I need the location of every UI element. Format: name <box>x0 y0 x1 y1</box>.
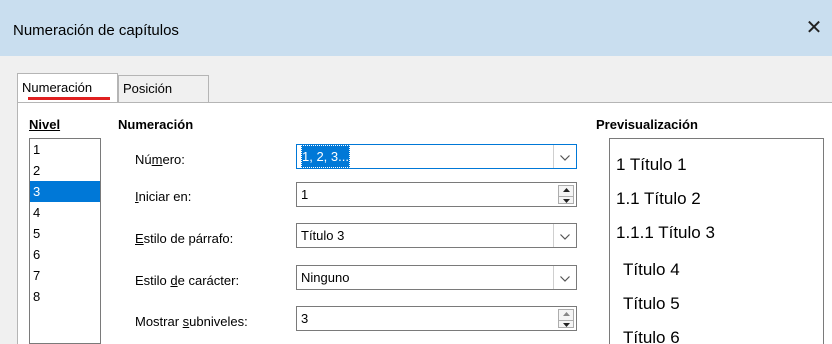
paragraph-style-label: Estilo de párrafo: <box>135 231 234 246</box>
number-label: Número: <box>135 152 185 167</box>
preview-pane: 1 Título 1 1.1 Título 2 1.1.1 Título 3 T… <box>609 138 824 344</box>
tab-posicion[interactable]: Posición <box>118 75 209 102</box>
level-item[interactable]: 5 <box>30 223 100 244</box>
sublevels-label: Mostrar subniveles: <box>135 314 248 329</box>
start-spinbox[interactable]: 1 <box>296 182 577 207</box>
level-item[interactable]: 4 <box>30 202 100 223</box>
start-label: Iniciar en: <box>135 189 192 204</box>
level-item[interactable]: 2 <box>30 160 100 181</box>
preview-line: Título 4 <box>623 260 680 279</box>
number-dropdown[interactable]: 1, 2, 3... <box>296 144 577 169</box>
spin-down-icon[interactable] <box>559 199 573 207</box>
char-style-value: Ninguno <box>301 270 350 285</box>
window-title: Numeración de capítulos <box>13 22 179 39</box>
spin-buttons[interactable] <box>558 309 574 328</box>
active-tab-indicator <box>28 97 110 100</box>
level-listbox[interactable]: 1 2 3 4 5 6 7 8 <box>29 138 101 344</box>
preview-heading: Previsualización <box>596 117 698 132</box>
char-style-dropdown[interactable]: Ninguno <box>296 265 577 290</box>
preview-line: 1.1.1 Título 3 <box>616 223 715 242</box>
close-icon[interactable]: ✕ <box>802 17 826 41</box>
level-heading: Nivel <box>29 117 61 132</box>
level-item-selected[interactable]: 3 <box>30 181 100 202</box>
number-value: 1, 2, 3... <box>301 145 350 168</box>
level-item[interactable]: 1 <box>30 139 100 160</box>
title-bar: Numeración de capítulos ✕ <box>0 0 832 56</box>
paragraph-style-value: Título 3 <box>301 228 345 243</box>
spin-buttons[interactable] <box>558 185 574 204</box>
spin-up-icon[interactable] <box>559 312 573 320</box>
paragraph-style-dropdown[interactable]: Título 3 <box>296 223 577 248</box>
numbering-heading: Numeración <box>118 117 194 132</box>
spin-up-icon[interactable] <box>559 188 573 196</box>
preview-line: 1.1 Título 2 <box>616 189 701 208</box>
preview-line: Título 6 <box>623 328 680 344</box>
chevron-down-icon[interactable] <box>553 145 576 168</box>
sublevels-value: 3 <box>301 311 309 326</box>
chevron-down-icon[interactable] <box>553 266 576 289</box>
start-value: 1 <box>301 187 309 202</box>
chevron-down-icon[interactable] <box>553 224 576 247</box>
sublevels-spinbox[interactable]: 3 <box>296 306 577 331</box>
char-style-label: Estilo de carácter: <box>135 273 240 288</box>
preview-line: 1 Título 1 <box>616 155 687 174</box>
spin-down-icon[interactable] <box>559 323 573 331</box>
level-item[interactable]: 7 <box>30 265 100 286</box>
level-item[interactable]: 6 <box>30 244 100 265</box>
preview-line: Título 5 <box>623 294 680 313</box>
level-item[interactable]: 8 <box>30 286 100 307</box>
